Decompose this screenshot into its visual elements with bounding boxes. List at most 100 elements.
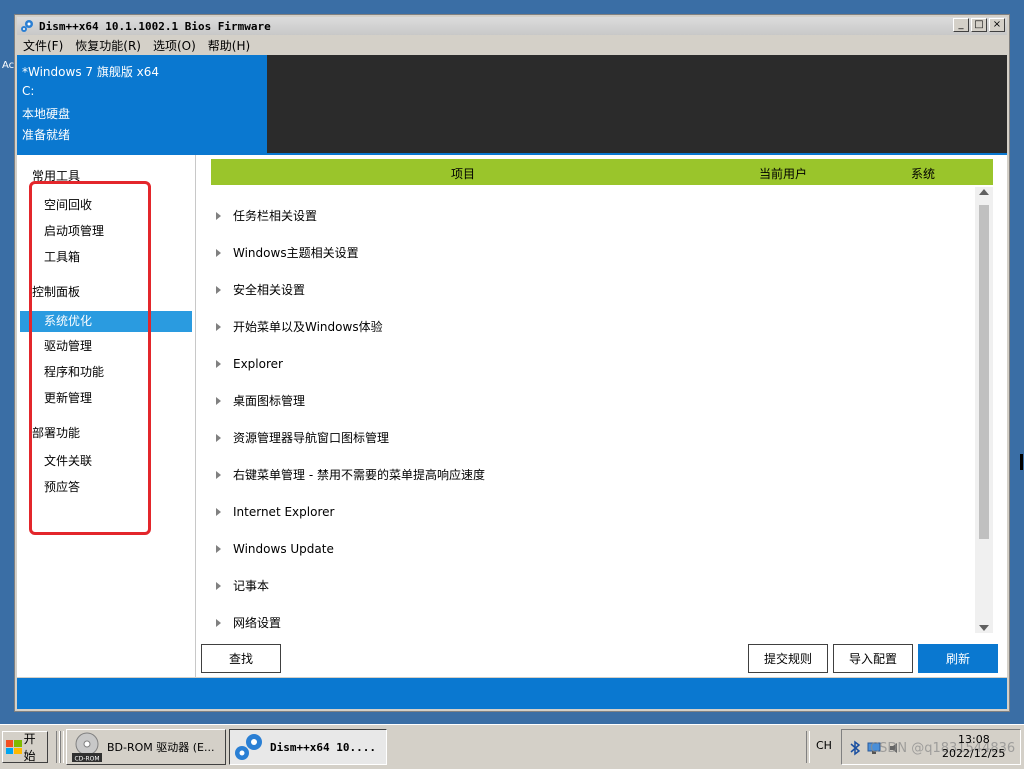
list-item-label: Internet Explorer bbox=[233, 504, 335, 519]
sidebar-section-deploy: 部署功能 bbox=[32, 426, 81, 440]
list-item[interactable]: 安全相关设置 bbox=[216, 271, 305, 308]
list-item[interactable]: Explorer bbox=[216, 345, 283, 382]
sidebar-item-system-optimize[interactable]: 系统优化 bbox=[20, 311, 192, 332]
list-item[interactable]: Windows主题相关设置 bbox=[216, 234, 359, 271]
gear-icon bbox=[235, 734, 262, 760]
list-item-label: Windows主题相关设置 bbox=[233, 246, 359, 260]
list-item[interactable]: Windows Update bbox=[216, 530, 334, 567]
list-item[interactable]: 记事本 bbox=[216, 567, 269, 604]
task-dism[interactable]: Dism++x64 10.... bbox=[229, 729, 387, 765]
sidebar-item-drivers[interactable]: 驱动管理 bbox=[20, 336, 192, 357]
task-bdrom[interactable]: CD-ROM BD-ROM 驱动器 (E... bbox=[66, 729, 226, 765]
expand-arrow-icon[interactable] bbox=[216, 211, 221, 220]
clock-time[interactable]: 13:08 bbox=[958, 733, 990, 746]
list-item-label: 桌面图标管理 bbox=[233, 394, 306, 408]
expand-arrow-icon[interactable] bbox=[216, 248, 221, 257]
bluetooth-icon[interactable] bbox=[849, 740, 861, 756]
sidebar-section-control-panel: 控制面板 bbox=[32, 285, 81, 299]
sidebar-item-toolbox[interactable]: 工具箱 bbox=[20, 247, 192, 268]
expand-arrow-icon[interactable] bbox=[216, 433, 221, 442]
close-button[interactable]: × bbox=[989, 18, 1005, 32]
cd-rom-label: CD-ROM bbox=[74, 756, 99, 763]
taskbar-separator bbox=[806, 731, 810, 763]
drive-letter: C: bbox=[22, 84, 35, 98]
list-item-label: 右键菜单管理 - 禁用不需要的菜单提高响应速度 bbox=[233, 468, 485, 482]
language-indicator[interactable]: CH bbox=[816, 739, 832, 752]
expand-arrow-icon[interactable] bbox=[216, 544, 221, 553]
clock-date[interactable]: 2022/12/25 bbox=[942, 747, 1005, 760]
cursor-fragment bbox=[1020, 454, 1023, 470]
list-item-label: 资源管理器导航窗口图标管理 bbox=[233, 431, 390, 445]
submit-rules-button[interactable]: 提交规则 bbox=[748, 644, 828, 673]
list-item-label: 安全相关设置 bbox=[233, 283, 306, 297]
start-label: 开始 bbox=[23, 732, 36, 763]
expand-arrow-icon[interactable] bbox=[216, 581, 221, 590]
disk-type: 本地硬盘 bbox=[22, 107, 71, 121]
sidebar-item-space-reclaim[interactable]: 空间回收 bbox=[20, 195, 192, 216]
sidebar-item-updates[interactable]: 更新管理 bbox=[20, 388, 192, 409]
sidebar-item-pre-answer[interactable]: 预应答 bbox=[20, 477, 192, 498]
menu-file[interactable]: 文件(F) bbox=[23, 37, 63, 54]
expand-arrow-icon[interactable] bbox=[216, 618, 221, 627]
list-item[interactable]: 任务栏相关设置 bbox=[216, 197, 317, 234]
gear-icon bbox=[21, 20, 33, 32]
list-item[interactable]: 桌面图标管理 bbox=[216, 382, 305, 419]
task-label: BD-ROM 驱动器 (E... bbox=[107, 741, 215, 754]
window-title: Dism++x64 10.1.1002.1 Bios Firmware bbox=[39, 19, 271, 33]
list-item[interactable]: 右键菜单管理 - 禁用不需要的菜单提高响应速度 bbox=[216, 456, 485, 493]
main-window: Dism++x64 10.1.1002.1 Bios Firmware _ □ … bbox=[14, 14, 1010, 712]
taskbar-separator bbox=[60, 731, 64, 763]
ready-status: 准备就绪 bbox=[22, 128, 71, 142]
status-bar bbox=[17, 678, 1007, 709]
table-header: 项目 当前用户 系统 bbox=[211, 159, 993, 185]
column-header-system[interactable]: 系统 bbox=[911, 165, 935, 182]
column-header-item[interactable]: 项目 bbox=[451, 165, 475, 182]
start-button[interactable]: 开始 bbox=[2, 731, 48, 763]
column-header-current-user[interactable]: 当前用户 bbox=[759, 165, 807, 182]
image-info-panel[interactable]: *Windows 7 旗舰版 x64 C: 本地硬盘 准备就绪 bbox=[17, 55, 267, 153]
expand-arrow-icon[interactable] bbox=[216, 470, 221, 479]
find-button[interactable]: 查找 bbox=[201, 644, 281, 673]
list-item[interactable]: 开始菜单以及Windows体验 bbox=[216, 308, 383, 345]
menu-restore[interactable]: 恢复功能(R) bbox=[75, 37, 141, 54]
main-content: 项目 当前用户 系统 任务栏相关设置 Windows主题相关设置 安全相关设置开始菜… bbox=[196, 155, 1007, 677]
cd-drive-icon: CD-ROM bbox=[72, 732, 102, 763]
minimize-button[interactable]: _ bbox=[953, 18, 969, 32]
os-name: *Windows 7 旗舰版 x64 bbox=[22, 65, 160, 79]
list-item-label: 任务栏相关设置 bbox=[233, 209, 318, 223]
sidebar-section-common-tools: 常用工具 bbox=[32, 169, 81, 183]
task-label: Dism++x64 10.... bbox=[270, 740, 376, 754]
desktop-icon-label: Ac bbox=[2, 60, 15, 71]
import-config-button[interactable]: 导入配置 bbox=[833, 644, 913, 673]
windows-logo-icon bbox=[6, 740, 22, 754]
maximize-button[interactable]: □ bbox=[971, 18, 987, 32]
vertical-scrollbar[interactable] bbox=[975, 187, 993, 633]
scroll-thumb[interactable] bbox=[979, 205, 989, 539]
list-item-label: 网络设置 bbox=[233, 616, 282, 630]
scroll-up-arrow-icon[interactable] bbox=[979, 189, 989, 195]
expand-arrow-icon[interactable] bbox=[216, 396, 221, 405]
list-item-label: 记事本 bbox=[233, 579, 270, 593]
menu-bar: 文件(F) 恢复功能(R) 选项(O) 帮助(H) bbox=[17, 36, 1007, 54]
title-bar[interactable]: Dism++x64 10.1.1002.1 Bios Firmware _ □ … bbox=[17, 17, 1007, 35]
expand-arrow-icon[interactable] bbox=[216, 507, 221, 516]
sidebar-item-file-assoc[interactable]: 文件关联 bbox=[20, 451, 192, 472]
list-item[interactable]: 资源管理器导航窗口图标管理 bbox=[216, 419, 389, 456]
menu-options[interactable]: 选项(O) bbox=[153, 37, 196, 54]
list-item[interactable]: 网络设置 bbox=[216, 604, 281, 641]
sidebar: 常用工具 空间回收 启动项管理 工具箱 控制面板 系统优化 驱动管理 程序和功能… bbox=[17, 155, 196, 677]
list-item-label: Explorer bbox=[233, 356, 283, 371]
refresh-button[interactable]: 刷新 bbox=[918, 644, 998, 673]
image-list-area[interactable] bbox=[267, 55, 1007, 153]
expand-arrow-icon[interactable] bbox=[216, 285, 221, 294]
scroll-down-arrow-icon[interactable] bbox=[979, 625, 989, 631]
sidebar-item-startup[interactable]: 启动项管理 bbox=[20, 221, 192, 242]
sidebar-item-programs[interactable]: 程序和功能 bbox=[20, 362, 192, 383]
list-item-label: Windows Update bbox=[233, 541, 334, 556]
list-item-label: 开始菜单以及Windows体验 bbox=[233, 320, 383, 334]
menu-help[interactable]: 帮助(H) bbox=[208, 37, 250, 54]
taskbar: 开始 CD-ROM BD-ROM 驱动器 (E... Dism++x64 10.… bbox=[0, 724, 1024, 769]
list-item[interactable]: Internet Explorer bbox=[216, 493, 334, 530]
expand-arrow-icon[interactable] bbox=[216, 359, 221, 368]
expand-arrow-icon[interactable] bbox=[216, 322, 221, 331]
